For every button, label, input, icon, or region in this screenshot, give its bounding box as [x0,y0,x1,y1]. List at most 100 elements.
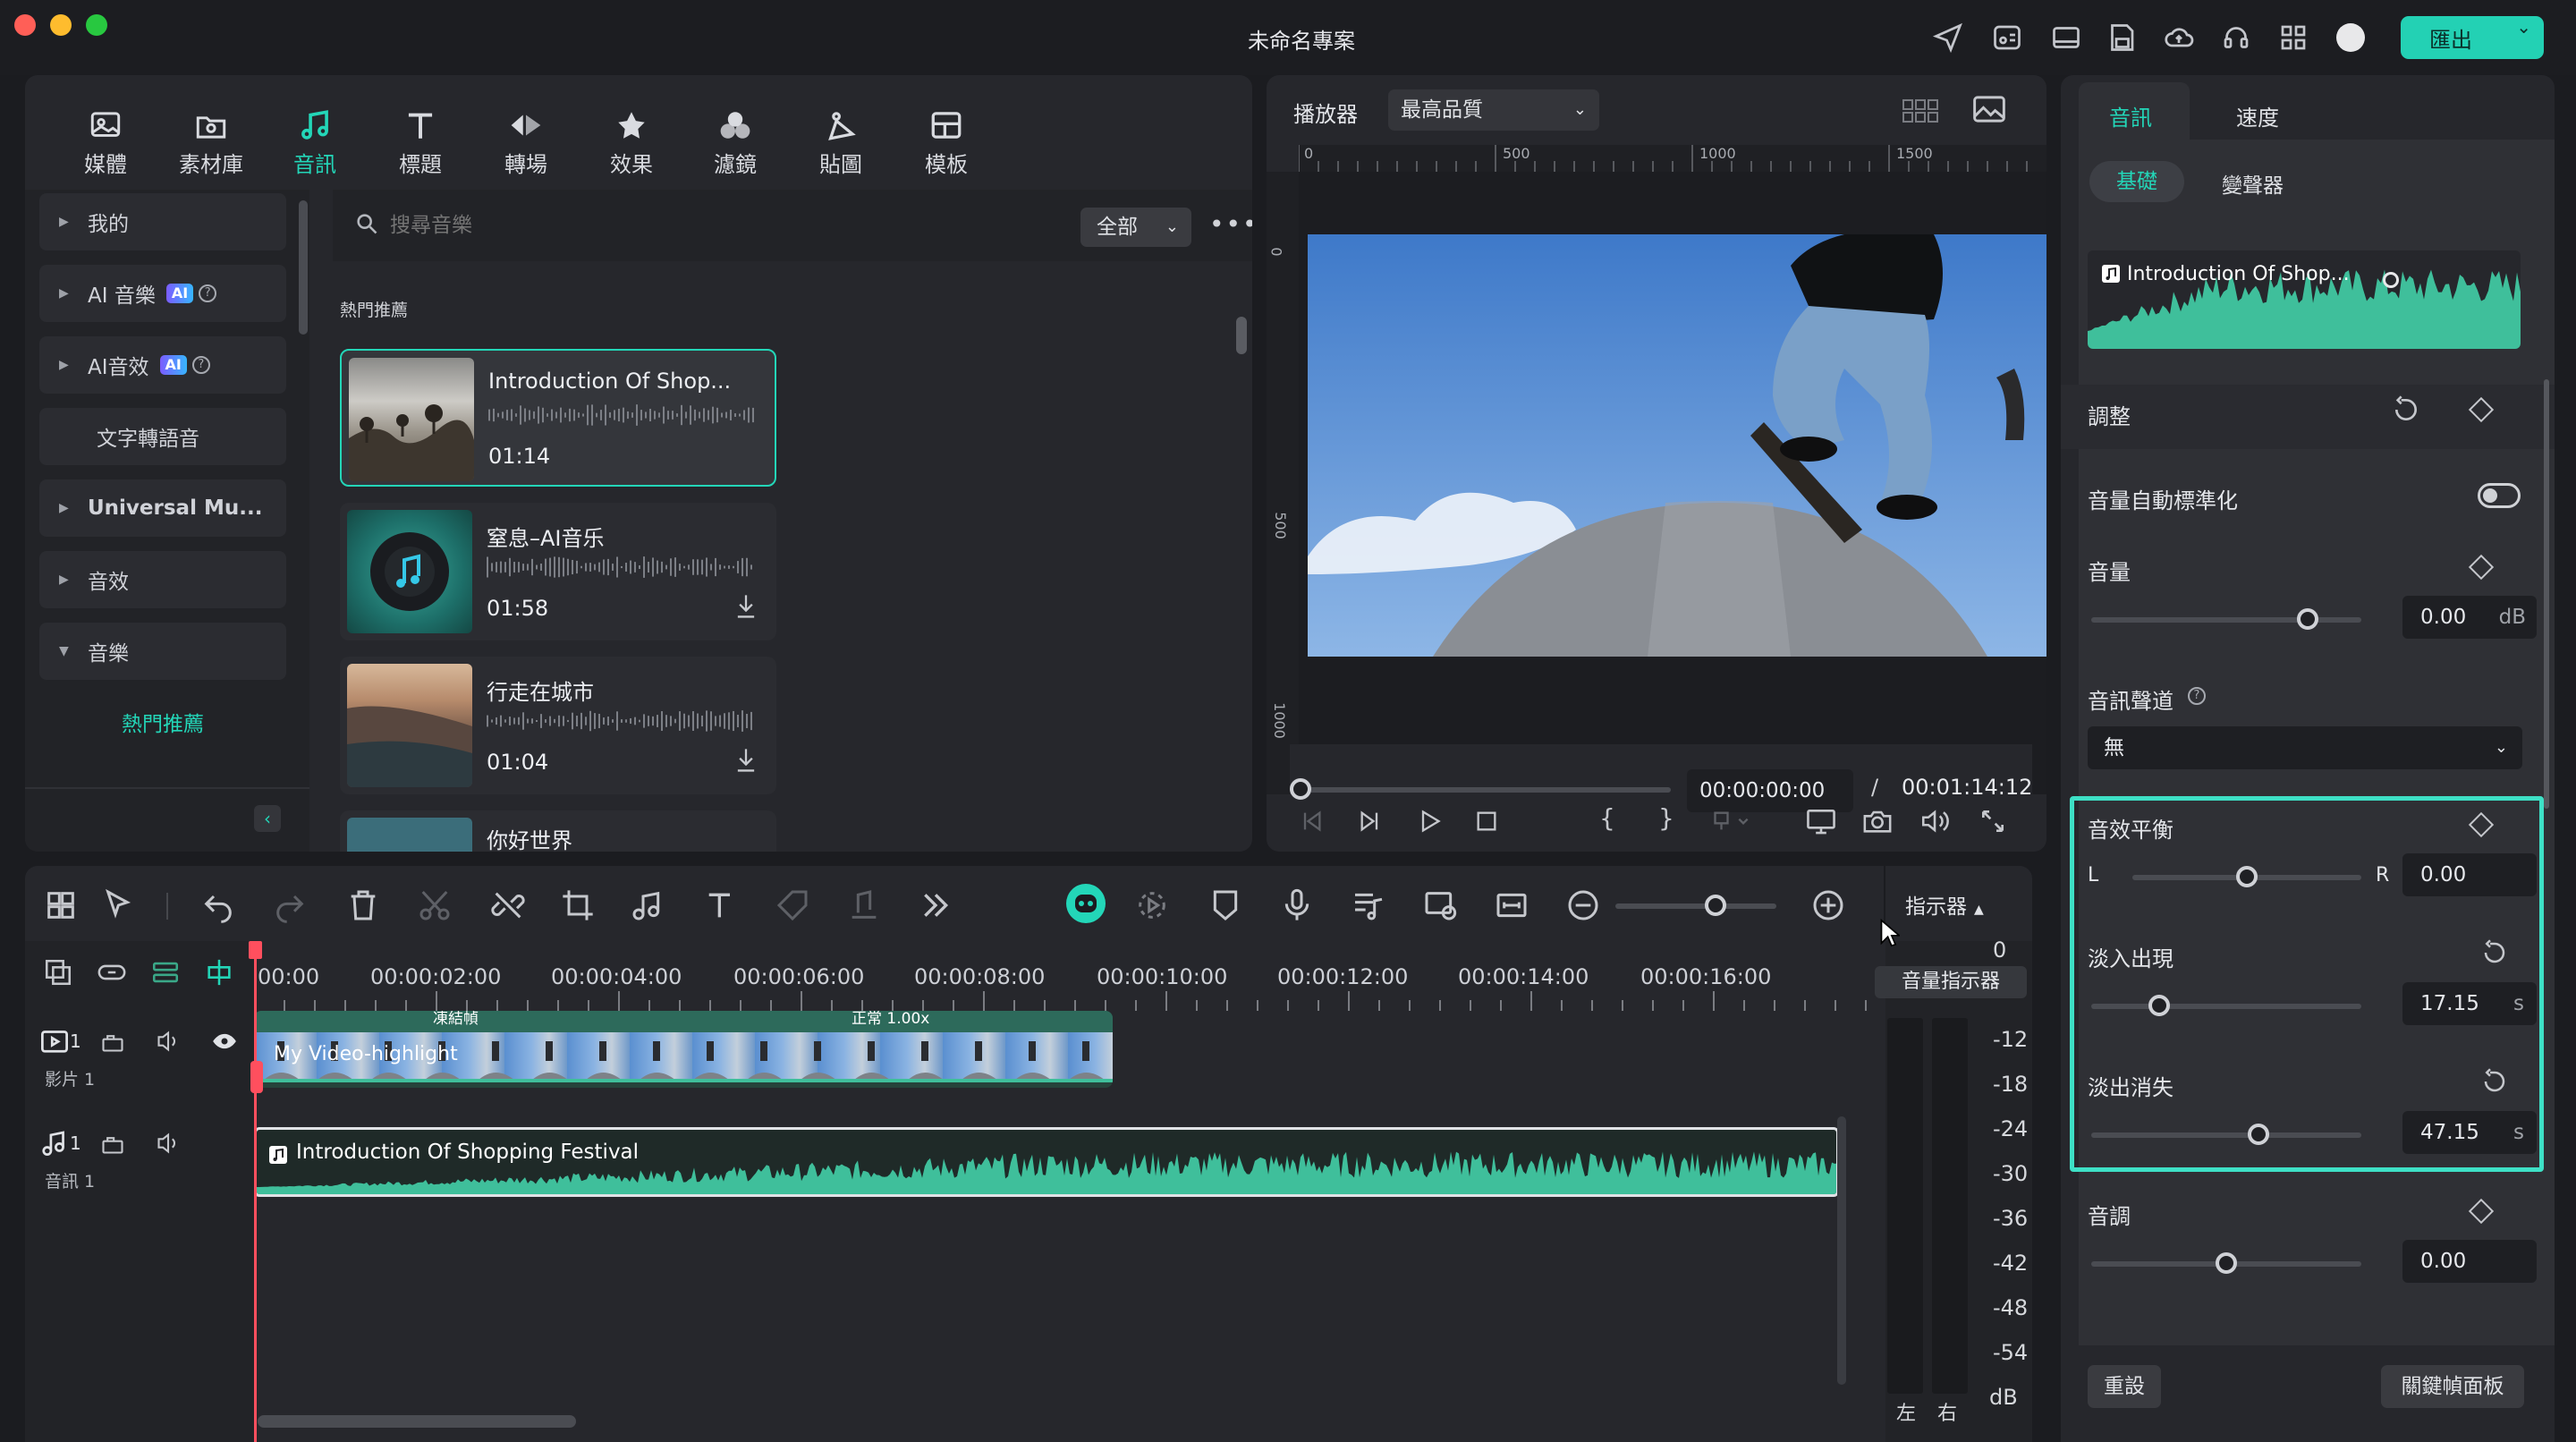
channel-dropdown[interactable]: 無 ⌄ [2088,726,2522,769]
send-icon[interactable] [1932,21,1964,54]
eye-visibility-icon[interactable] [211,1029,238,1054]
track-layout-icon[interactable] [150,957,181,988]
zoom-out-icon[interactable] [1565,887,1601,923]
volume-value[interactable]: 0.00 dB [2402,596,2537,639]
layout-grid-icon[interactable] [43,887,79,923]
lock-track-icon[interactable] [100,1131,125,1156]
snapshot-camera-icon[interactable] [1862,807,1893,836]
reset-icon[interactable] [2392,395,2420,424]
reset-icon[interactable] [2481,939,2508,966]
sidebar-item-sfx[interactable]: ▶ 音效 [39,551,286,608]
close-window-button[interactable] [14,14,36,36]
clip-preview-knob[interactable] [2383,272,2399,288]
export-button[interactable]: 匯出 ⌄ [2401,16,2544,59]
maximize-window-button[interactable] [86,14,107,36]
add-track-icon[interactable] [43,957,73,988]
tab-speed[interactable]: 速度 [2236,100,2279,131]
text-icon[interactable] [703,887,739,923]
next-frame-icon[interactable] [1358,809,1383,834]
marker-shield-icon[interactable] [1208,887,1243,923]
playhead[interactable] [254,941,257,1442]
sidebar-item-ai-sfx[interactable]: ▶ AI音效 AI? [39,336,286,394]
search-input[interactable] [390,206,837,245]
properties-scrollbar[interactable] [2544,379,2549,809]
save-icon[interactable] [2106,21,2138,54]
lock-track-icon[interactable] [100,1029,125,1054]
fullscreen-icon[interactable] [1979,807,2007,836]
tab-media[interactable]: 媒體 [54,75,157,182]
video-clip[interactable]: 凍結幀 正常 1.00x My Video-highlight [254,1011,1113,1088]
tab-templates[interactable]: 模板 [894,75,998,182]
clip-trim-handle[interactable] [250,1061,263,1093]
subtab-basic[interactable]: 基礎 [2089,161,2184,202]
play-icon[interactable] [1417,809,1442,834]
grid-view-icon[interactable] [1902,95,1941,125]
tab-titles[interactable]: 標題 [369,75,472,182]
balance-knob[interactable] [2236,866,2258,887]
microphone-icon[interactable] [1279,887,1315,923]
audio-clip[interactable]: Introduction Of Shopping Festival [254,1127,1839,1197]
subtab-voice-changer[interactable]: 變聲器 [2222,168,2284,199]
zoom-slider[interactable] [1615,903,1776,909]
redo-icon[interactable] [272,887,308,923]
timeline-vscrollbar[interactable] [1837,1116,1846,1385]
zoom-knob[interactable] [1704,895,1726,916]
unlink-icon[interactable] [490,887,526,923]
more-tools-icon[interactable] [918,887,953,923]
layout-icon[interactable] [2050,21,2082,54]
mark-out-icon[interactable]: } [1658,803,1674,833]
undo-icon[interactable] [200,887,236,923]
speaker-icon[interactable] [1919,807,1950,836]
balance-value[interactable]: 0.00 [2402,853,2537,896]
tab-effects[interactable]: 效果 [580,75,683,182]
avatar[interactable] [2336,23,2365,52]
library-scrollbar[interactable] [1236,317,1247,354]
snap-magnet-icon[interactable] [204,957,234,988]
fade-in-knob[interactable] [2148,995,2170,1016]
mark-in-icon[interactable]: { [1599,803,1615,833]
prev-frame-icon[interactable] [1299,809,1324,834]
filter-dropdown[interactable]: 全部 ⌄ [1080,208,1191,247]
help-icon[interactable]: ? [199,284,217,302]
quality-dropdown[interactable]: 最高品質 ⌄ [1388,89,1599,131]
motion-tracking-icon[interactable] [1134,887,1170,923]
tab-stickers[interactable]: 貼圖 [789,75,893,182]
indicator-dropdown[interactable]: 指示器 ▲ [1905,889,1984,920]
sidebar-item-mine[interactable]: ▶ 我的 [39,193,286,250]
sidebar-scrollbar[interactable] [299,200,308,335]
collapse-sidebar-button[interactable]: ‹ [254,805,281,832]
auto-normalize-toggle[interactable] [2478,483,2521,508]
fade-in-value[interactable]: 17.15 s [2402,982,2537,1025]
pitch-value[interactable]: 0.00 [2402,1240,2537,1283]
tab-filters[interactable]: 濾鏡 [683,75,787,182]
sidebar-item-universal-music[interactable]: ▶ Universal Mu... [39,479,286,537]
help-icon[interactable]: ? [191,356,210,374]
display-icon[interactable] [1805,807,1837,836]
audio-mix-icon[interactable] [846,887,882,923]
music-card[interactable]: 你好世界 [340,810,776,852]
playhead-handle[interactable] [249,941,262,959]
download-icon[interactable] [733,746,758,775]
sidebar-item-tts[interactable]: 文字轉語音 [39,408,286,465]
timeline-hscrollbar[interactable] [258,1415,576,1428]
link-clips-icon[interactable] [97,957,127,988]
volume-slider[interactable] [2091,617,2361,623]
tab-audio[interactable]: 音訊 [263,75,367,182]
image-icon[interactable] [1971,93,2007,125]
grid-icon[interactable] [2277,21,2309,54]
ai-assistant-icon[interactable] [1066,884,1106,923]
reset-button[interactable]: 重設 [2088,1365,2161,1408]
fade-out-slider[interactable] [2091,1132,2361,1138]
headset-icon[interactable] [2220,21,2252,54]
stop-icon[interactable] [1474,809,1499,834]
help-icon[interactable]: ? [2188,687,2206,705]
audio-edit-icon[interactable] [630,887,665,923]
crop-icon[interactable] [560,887,596,923]
sidebar-item-ai-music[interactable]: ▶ AI 音樂 AI? [39,265,286,322]
render-preview-icon[interactable] [1422,887,1458,923]
download-icon[interactable] [733,592,758,621]
mute-speaker-icon[interactable] [156,1131,181,1156]
select-cursor-icon[interactable] [102,887,138,923]
fade-out-value[interactable]: 47.15 s [2402,1111,2537,1154]
tab-transitions[interactable]: 轉場 [474,75,578,182]
